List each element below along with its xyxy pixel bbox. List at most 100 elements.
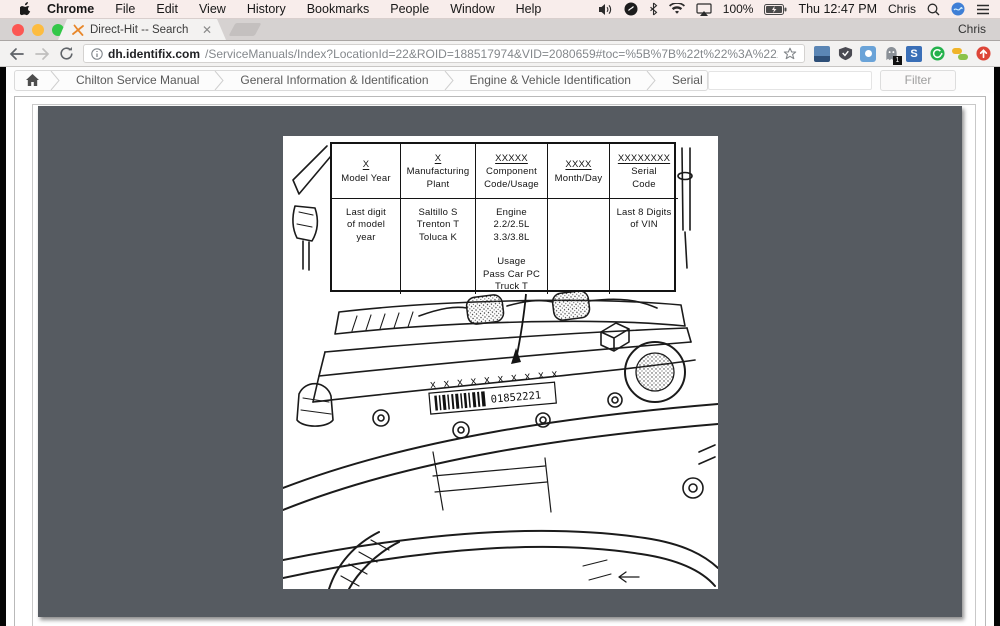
url-host: dh.identifix.com	[108, 47, 200, 61]
page-info-icon[interactable]	[91, 48, 103, 60]
wifi-icon[interactable]	[669, 3, 685, 15]
menu-view[interactable]: View	[199, 2, 226, 16]
siri-icon[interactable]	[951, 2, 965, 16]
header-label: Manufacturing Plant	[407, 166, 470, 191]
breadcrumb-serial-number-identification[interactable]: Serial Number Identification	[657, 71, 708, 90]
table-cell-plant: Saltillo S Trenton T Toluca K	[400, 199, 475, 294]
table-header-manufacturing-plant: X Manufacturing Plant	[400, 144, 475, 199]
table-header-month-day: XXXX Month/Day	[547, 144, 609, 199]
filter-input[interactable]	[708, 71, 872, 90]
extensions-row: 1 S	[814, 46, 991, 62]
home-icon	[26, 74, 39, 86]
table-header-component-code: XXXXX Component Code/Usage	[475, 144, 547, 199]
header-code: XXXXXXXX	[618, 153, 670, 165]
volume-icon[interactable]	[598, 3, 613, 16]
back-button[interactable]	[9, 47, 25, 61]
menu-chrome[interactable]: Chrome	[47, 2, 94, 16]
extension-card-icon[interactable]	[814, 46, 830, 62]
extension-s-icon[interactable]: S	[906, 46, 922, 62]
menu-people[interactable]: People	[390, 2, 429, 16]
stamp-codes-text: x x x x x x x x x x	[430, 368, 561, 391]
menu-history[interactable]: History	[247, 2, 286, 16]
black-circle-app-icon[interactable]	[624, 2, 638, 16]
table-cell-model-year: Last digit of model year	[332, 199, 400, 294]
screen-edge-right	[994, 67, 1000, 626]
breadcrumb-bar: Chilton Service Manual General Informati…	[6, 67, 994, 93]
breadcrumb-general-information[interactable]: General Information & Identification	[225, 71, 443, 90]
header-label: Model Year	[341, 173, 391, 185]
header-code: X	[435, 153, 442, 165]
web-page: Chilton Service Manual General Informati…	[6, 67, 994, 626]
tab-favicon	[72, 24, 84, 36]
window-controls	[12, 24, 64, 36]
engine-stamp-plate: x x x x x x x x x x 01852221	[428, 368, 563, 414]
menu-edit[interactable]: Edit	[156, 2, 178, 16]
breadcrumb-chilton-service-manual[interactable]: Chilton Service Manual	[61, 71, 214, 90]
tab-title: Direct-Hit -- Search	[90, 24, 196, 36]
menu-help[interactable]: Help	[516, 2, 542, 16]
menu-bookmarks[interactable]: Bookmarks	[307, 2, 370, 16]
header-code: XXXXX	[495, 153, 528, 165]
battery-percent: 100%	[723, 2, 754, 16]
chevron-right-icon	[444, 71, 455, 90]
table-header-serial-code: XXXXXXXX Serial Code	[609, 144, 678, 199]
close-window-button[interactable]	[12, 24, 24, 36]
table-cell-serial: Last 8 Digits of VIN	[609, 199, 678, 294]
engine-id-table: X Model Year X Manufacturing Plant XXXXX…	[330, 142, 676, 292]
spotlight-search-icon[interactable]	[927, 3, 940, 16]
barcode-number-text: 01852221	[490, 389, 541, 405]
tab-close-icon[interactable]: ✕	[202, 24, 212, 36]
notification-center-icon[interactable]	[976, 4, 990, 15]
table-cell-month-day	[547, 199, 609, 294]
chevron-right-icon	[50, 71, 61, 90]
reload-button[interactable]	[59, 46, 74, 61]
header-label: Component Code/Usage	[484, 166, 539, 191]
apple-logo-icon[interactable]	[20, 2, 33, 17]
extension-red-circle-icon[interactable]	[975, 46, 991, 62]
airplay-display-icon[interactable]	[696, 3, 712, 16]
chrome-tab-strip: Direct-Hit -- Search ✕ Chris	[0, 19, 1000, 41]
browser-toolbar: dh.identifix.com /ServiceManuals/Index?L…	[0, 41, 1000, 67]
breadcrumb-home-button[interactable]	[15, 71, 50, 90]
battery-icon	[764, 4, 787, 15]
bluetooth-icon[interactable]	[649, 2, 658, 16]
chevron-right-icon	[646, 71, 657, 90]
bookmark-star-icon[interactable]	[783, 47, 797, 61]
chevron-right-icon	[214, 71, 225, 90]
header-label: Month/Day	[555, 173, 603, 185]
extension-green-circle-icon[interactable]	[929, 46, 945, 62]
breadcrumb-engine-vehicle-identification[interactable]: Engine & Vehicle Identification	[455, 71, 646, 90]
table-cell-component: Engine 2.2/2.5L 3.3/3.8L Usage Pass Car …	[475, 199, 547, 294]
screen-edge-left	[0, 67, 6, 626]
address-bar[interactable]: dh.identifix.com /ServiceManuals/Index?L…	[83, 44, 805, 63]
minimize-window-button[interactable]	[32, 24, 44, 36]
pointer-arrow	[511, 294, 526, 364]
filter-button[interactable]: Filter	[880, 70, 956, 91]
browser-tab[interactable]: Direct-Hit -- Search ✕	[58, 19, 226, 40]
dot-green	[958, 54, 968, 60]
extension-shield-icon[interactable]	[837, 46, 853, 62]
extension-tag-icon[interactable]	[860, 46, 876, 62]
menu-user-name[interactable]: Chris	[888, 2, 916, 16]
extension-ghostery-icon[interactable]: 1	[883, 46, 899, 62]
breadcrumb: Chilton Service Manual General Informati…	[14, 70, 708, 91]
new-tab-button[interactable]	[229, 23, 262, 36]
header-code: XXXX	[565, 159, 591, 171]
ghostery-badge: 1	[893, 56, 902, 65]
menu-file[interactable]: File	[115, 2, 135, 16]
extension-dots-icon[interactable]	[952, 46, 968, 62]
header-code: X	[363, 159, 370, 171]
menu-clock[interactable]: Thu 12:47 PM	[798, 2, 877, 16]
extension-tag-dot	[865, 50, 872, 57]
header-label: Serial Code	[631, 166, 657, 191]
browser-profile-name[interactable]: Chris	[958, 22, 986, 36]
engine-id-figure: x x x x x x x x x x 01852221	[283, 136, 718, 589]
manual-viewer-frame: x x x x x x x x x x 01852221	[14, 96, 986, 626]
figure-viewport[interactable]: x x x x x x x x x x 01852221	[38, 106, 962, 617]
forward-button[interactable]	[34, 47, 50, 61]
dot-yellow	[952, 48, 962, 54]
macos-menu-bar: Chrome File Edit View History Bookmarks …	[0, 0, 1000, 19]
table-header-model-year: X Model Year	[332, 144, 400, 199]
menu-window[interactable]: Window	[450, 2, 494, 16]
url-path: /ServiceManuals/Index?LocationId=22&ROID…	[205, 47, 778, 61]
